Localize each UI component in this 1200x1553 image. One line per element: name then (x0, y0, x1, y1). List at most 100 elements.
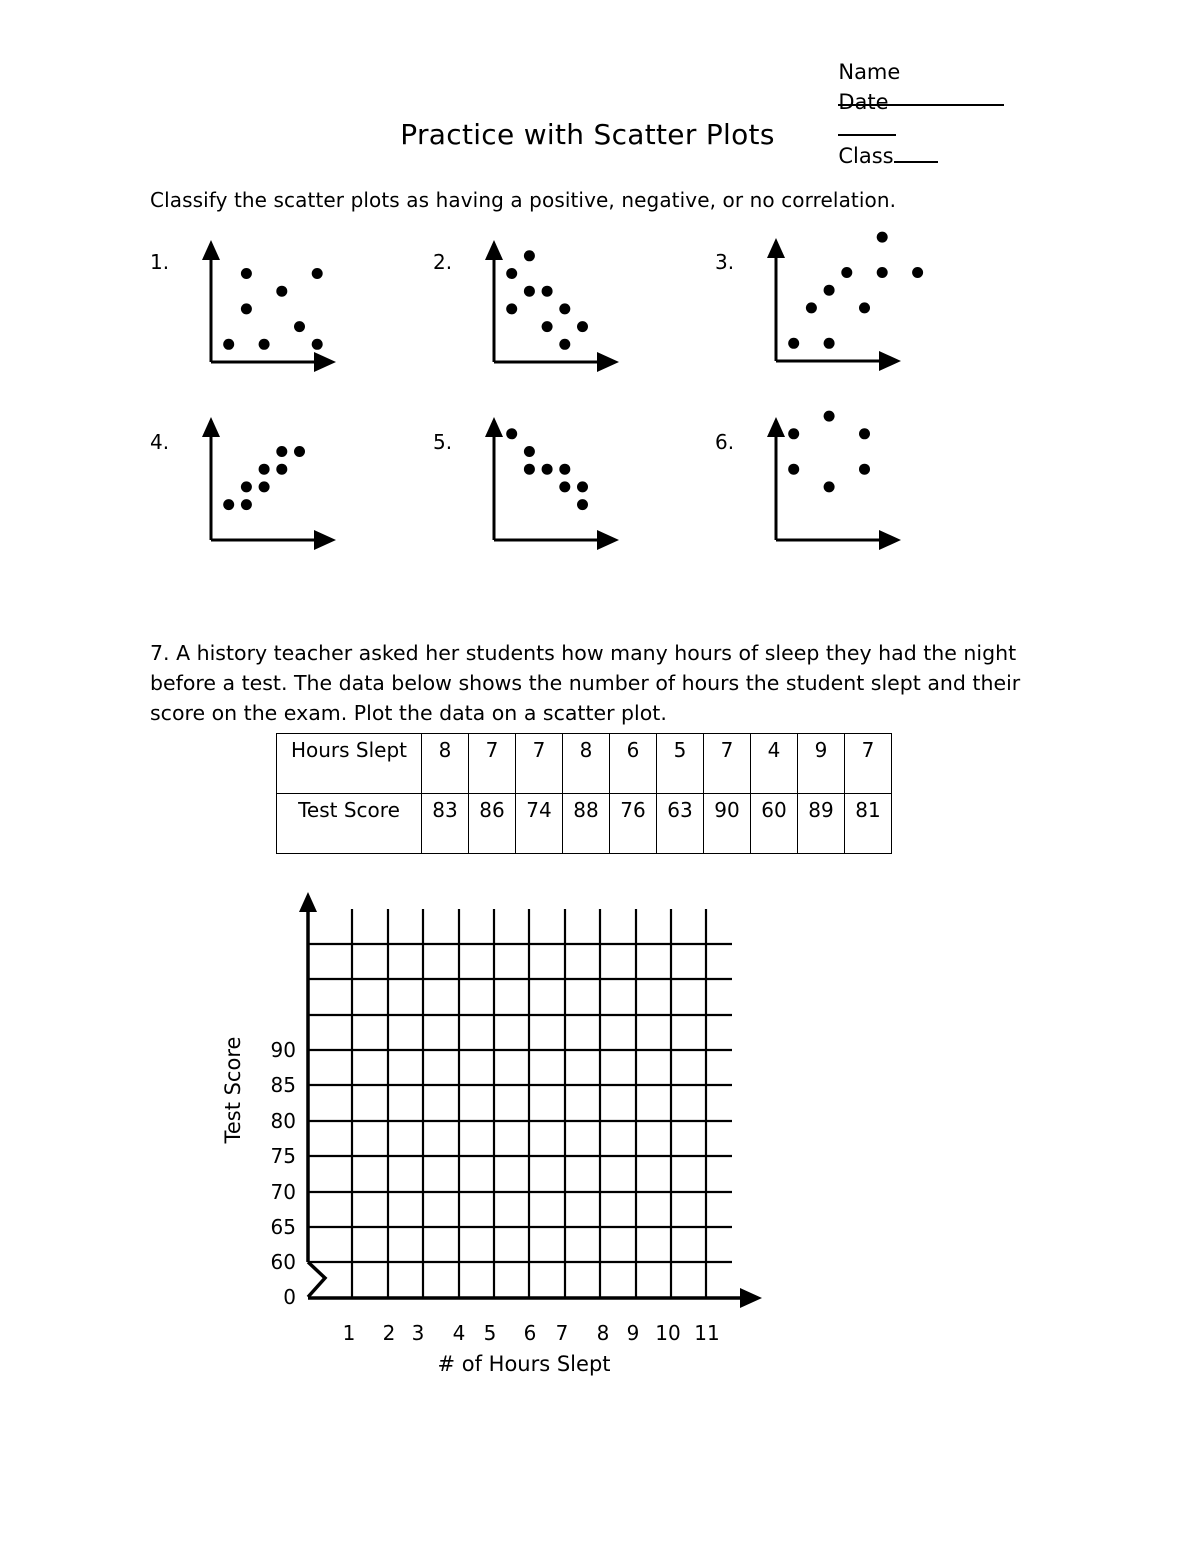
row-label-scores: Test Score (276, 793, 422, 854)
y-tick-label: 0 (283, 1285, 296, 1309)
x-tick-label: 3 (412, 1321, 425, 1345)
scatter-point (240, 268, 252, 279)
scatter-point (788, 337, 800, 349)
x-tick-label: 11 (694, 1321, 719, 1345)
scatter-point (276, 463, 288, 475)
scatter-point (559, 338, 571, 350)
score-cell: 89 (797, 793, 845, 854)
x-axis-arrow-icon (740, 1288, 762, 1308)
x-tick-label: 7 (556, 1321, 569, 1345)
scatter-point (523, 446, 535, 457)
scatter-point (523, 463, 535, 475)
scatter-point (294, 446, 305, 457)
scatter-point (523, 285, 535, 297)
x-tick-label: 2 (383, 1321, 396, 1345)
x-tick-label: 8 (597, 1321, 610, 1345)
score-cell: 74 (515, 793, 563, 854)
scatter-point (506, 428, 518, 440)
scatter-point (823, 337, 835, 349)
y-axis-title: Test Score (221, 1037, 245, 1145)
row-label-hours: Hours Slept (276, 733, 422, 794)
y-tick-label: 65 (271, 1215, 296, 1239)
scatter-point (506, 303, 518, 315)
y-axis-arrow-icon (299, 892, 317, 912)
scatter-point (788, 428, 800, 440)
scatter-point (258, 481, 270, 493)
scatter-point (859, 463, 870, 475)
y-tick-label: 60 (271, 1250, 296, 1274)
mini-plot-6 (767, 410, 901, 550)
hours-cell: 8 (421, 733, 469, 794)
y-tick-label: 85 (271, 1073, 296, 1097)
scatter-point (841, 267, 853, 278)
y-axis-arrow-icon (202, 240, 220, 260)
score-cell: 86 (468, 793, 516, 854)
hours-cell: 5 (656, 733, 704, 794)
y-tick-label: 75 (271, 1144, 296, 1168)
x-axis-arrow-icon (314, 352, 336, 372)
scatter-point (541, 285, 553, 297)
scatter-point (788, 463, 800, 475)
x-axis-arrow-icon (597, 530, 619, 550)
scatter-point (240, 499, 252, 511)
y-tick-label: 80 (271, 1109, 296, 1133)
hours-cell: 7 (844, 733, 892, 794)
x-tick-label: 6 (524, 1321, 537, 1345)
mini-plot-4 (202, 417, 336, 550)
scatter-point (559, 463, 571, 475)
scatter-point (311, 338, 323, 350)
y-axis-arrow-icon (202, 417, 220, 437)
mini-plot-2 (485, 240, 619, 372)
scatter-point (240, 303, 252, 315)
score-cell: 60 (750, 793, 798, 854)
x-axis-arrow-icon (879, 351, 901, 371)
hours-cell: 6 (609, 733, 657, 794)
scatter-point (577, 321, 588, 333)
mini-plot-1 (202, 240, 336, 372)
scatter-point (506, 268, 518, 279)
hours-cell: 9 (797, 733, 845, 794)
scatter-point (223, 338, 235, 350)
data-table: Hours Slept 8 7 7 8 6 5 7 4 9 7 Test Sco… (276, 733, 892, 854)
hours-cell: 7 (515, 733, 563, 794)
x-tick-label: 5 (484, 1321, 497, 1345)
scatter-point (258, 463, 270, 475)
scatter-point (258, 338, 270, 350)
scatter-point (823, 284, 835, 296)
y-axis-arrow-icon (767, 417, 785, 437)
scatter-point (294, 321, 305, 333)
scatter-point (541, 463, 553, 475)
axis-break-icon (306, 1260, 328, 1299)
x-axis-arrow-icon (314, 530, 336, 550)
table-row-hours: Hours Slept 8 7 7 8 6 5 7 4 9 7 (276, 733, 892, 794)
scatter-point (823, 481, 835, 493)
scatter-point (276, 285, 288, 297)
scatter-point (311, 268, 323, 279)
y-axis-arrow-icon (485, 417, 503, 437)
scatter-point (876, 231, 888, 243)
scatter-point (223, 499, 235, 511)
scatter-point (559, 481, 571, 493)
scatter-point (805, 302, 817, 314)
y-axis-arrow-icon (485, 240, 503, 260)
hours-cell: 4 (750, 733, 798, 794)
score-cell: 81 (844, 793, 892, 854)
mini-scatter-plots (202, 231, 924, 550)
score-cell: 90 (703, 793, 751, 854)
mini-plot-5 (485, 417, 619, 550)
scatter-point (912, 267, 924, 278)
x-tick-label: 1 (343, 1321, 356, 1345)
score-cell: 76 (609, 793, 657, 854)
scatter-point (559, 303, 571, 315)
x-tick-label: 10 (655, 1321, 680, 1345)
scatter-point (523, 250, 535, 262)
grid-lines (308, 909, 732, 1298)
question-7-text: 7. A history teacher asked her students … (150, 641, 1021, 725)
scatter-point (823, 410, 835, 422)
mini-plot-3 (767, 231, 924, 371)
x-axis-title: # of Hours Slept (437, 1352, 610, 1376)
scatter-point (577, 499, 588, 511)
y-tick-label: 90 (271, 1038, 296, 1062)
scatter-point (859, 302, 870, 314)
y-tick-label: 70 (271, 1180, 296, 1204)
